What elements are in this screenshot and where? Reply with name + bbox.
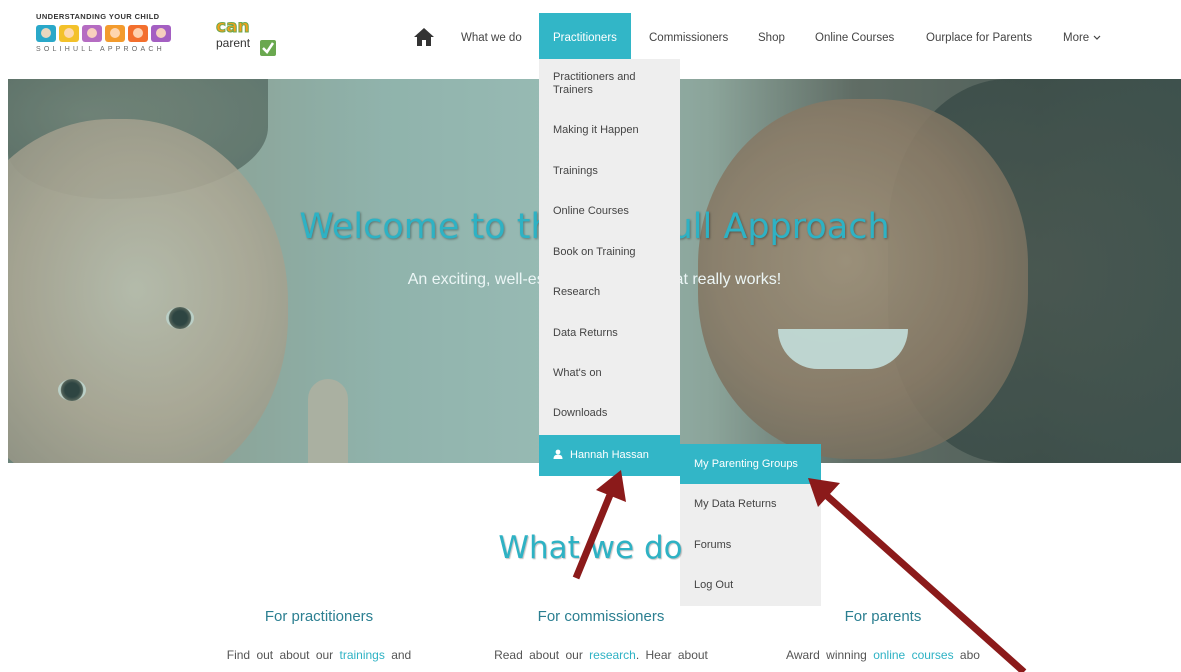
dropdown-item-downloads[interactable]: Downloads <box>553 407 607 420</box>
logo-tile <box>82 25 102 42</box>
dropdown-item-online-courses[interactable]: Online Courses <box>553 205 629 218</box>
logo-line1: UNDERSTANDING YOUR CHILD <box>36 12 160 21</box>
dropdown-user-menu[interactable]: Hannah Hassan <box>539 435 680 476</box>
nav-more[interactable]: More <box>1063 13 1101 59</box>
understanding-your-child-logo[interactable]: UNDERSTANDING YOUR CHILD SOLIHULL APPROA… <box>36 12 186 64</box>
user-submenu: My Parenting Groups My Data Returns Foru… <box>680 444 821 606</box>
annotation-arrow-parenting-groups <box>808 478 1027 672</box>
column-text-commissioners: Read about our research. Hear about <box>466 648 736 662</box>
text-segment: Award winning <box>786 648 874 662</box>
chevron-down-icon <box>1093 35 1101 40</box>
logo-tile <box>59 25 79 42</box>
submenu-item-my-data-returns[interactable]: My Data Returns <box>694 498 777 510</box>
dropdown-item-trainings[interactable]: Trainings <box>553 165 598 178</box>
logo-tile <box>36 25 56 42</box>
text-segment: Read about our <box>494 648 590 662</box>
can-parent-logo[interactable]: can parent <box>216 18 280 62</box>
column-heading-parents: For parents <box>844 608 922 625</box>
user-icon <box>553 449 563 459</box>
logo-tile <box>151 25 171 42</box>
logo-can-text: can <box>216 17 251 37</box>
logo-tiles <box>36 25 186 42</box>
dropdown-item-book-on-training[interactable]: Book on Training <box>553 246 636 259</box>
nav-commissioners[interactable]: Commissioners <box>649 13 728 59</box>
dropdown-item-whats-on[interactable]: What's on <box>553 367 602 380</box>
nav-shop[interactable]: Shop <box>758 13 785 59</box>
column-heading-practitioners: For practitioners <box>264 608 374 625</box>
submenu-item-my-parenting-groups[interactable]: My Parenting Groups <box>680 444 821 484</box>
text-segment: Find out about our <box>226 648 340 662</box>
check-icon <box>260 40 276 56</box>
text-segment: abo <box>953 648 980 662</box>
section-title: What we do <box>498 530 683 566</box>
dropdown-item-practitioners-and-trainers[interactable]: Practitioners and Trainers <box>553 71 668 97</box>
nav-ourplace-for-parents[interactable]: Ourplace for Parents <box>926 13 1032 59</box>
text-segment: and <box>384 648 412 662</box>
nav-practitioners[interactable]: Practitioners <box>539 13 631 59</box>
dropdown-item-data-returns[interactable]: Data Returns <box>553 327 618 340</box>
research-link[interactable]: research <box>589 648 636 662</box>
home-icon[interactable] <box>413 27 435 47</box>
logo-tile <box>105 25 125 42</box>
trainings-link[interactable]: trainings <box>340 648 385 662</box>
nav-online-courses[interactable]: Online Courses <box>815 13 894 59</box>
column-text-parents: Award winning online courses abo <box>748 648 1018 662</box>
logo-tile <box>128 25 148 42</box>
submenu-item-log-out[interactable]: Log Out <box>694 579 733 591</box>
column-heading-commissioners: For commissioners <box>537 608 665 625</box>
nav-more-label: More <box>1063 32 1090 44</box>
nav-what-we-do[interactable]: What we do <box>461 13 522 59</box>
text-segment: . Hear about <box>635 648 708 662</box>
logo-line2: SOLIHULL APPROACH <box>36 46 165 53</box>
dropdown-item-research[interactable]: Research <box>553 286 600 299</box>
column-text-practitioners: Find out about our trainings and <box>184 648 454 662</box>
dropdown-item-making-it-happen[interactable]: Making it Happen <box>553 124 639 137</box>
online-courses-link[interactable]: online courses <box>873 648 953 662</box>
practitioners-dropdown-menu: Practitioners and Trainers Making it Hap… <box>539 59 680 476</box>
user-name: Hannah Hassan <box>570 449 649 461</box>
